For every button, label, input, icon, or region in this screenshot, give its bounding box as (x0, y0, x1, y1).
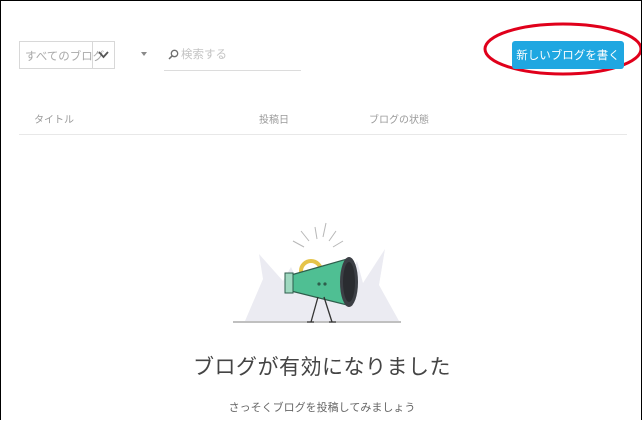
search-input[interactable] (181, 45, 296, 63)
new-blog-post-button[interactable]: 新しいブログを書く (512, 41, 624, 69)
blog-manager-panel: すべてのブログ 新しいブログを書く タイトル 投稿日 ブログの状態 (0, 0, 642, 420)
caret-down-icon[interactable] (141, 52, 147, 56)
empty-state-subtitle: さっそくブログを投稿してみましょう (228, 401, 416, 414)
column-header-date[interactable]: 投稿日 (259, 111, 289, 126)
search-box[interactable] (164, 41, 301, 71)
chevron-down-icon[interactable] (92, 42, 114, 68)
header-divider (19, 134, 627, 135)
search-icon (168, 49, 179, 60)
column-header-status[interactable]: ブログの状態 (369, 111, 429, 126)
megaphone-illustration (233, 222, 401, 323)
empty-state-title: ブログが有効になりました (193, 355, 451, 379)
column-header-title[interactable]: タイトル (34, 111, 74, 126)
blog-filter-select[interactable]: すべてのブログ (19, 41, 115, 69)
